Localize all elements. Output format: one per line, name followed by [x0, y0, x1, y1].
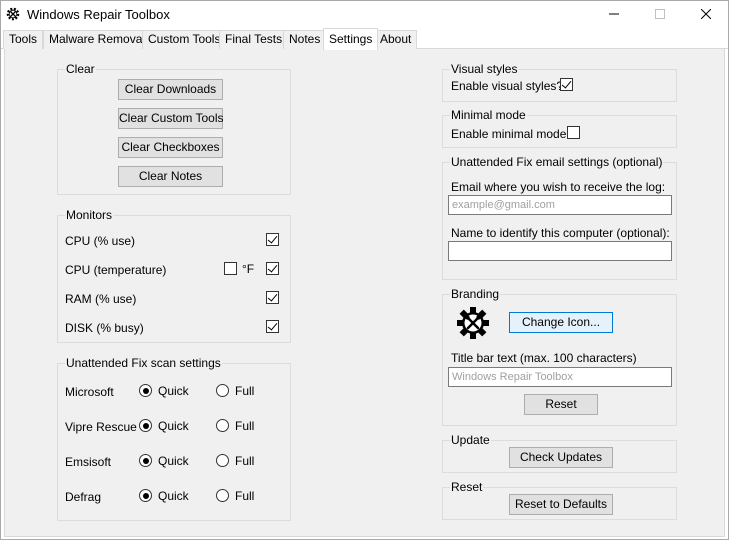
defrag-full-radio[interactable]	[216, 489, 229, 502]
quick-label: Quick	[158, 384, 189, 398]
scan-row-label: Emsisoft	[65, 455, 112, 469]
close-button[interactable]	[683, 1, 729, 29]
title-bar-text-field[interactable]: Windows Repair Toolbox	[448, 367, 672, 387]
gear-wrench-icon	[6, 7, 20, 21]
quick-label: Quick	[158, 489, 189, 503]
monitors-group: Monitors CPU (% use) CPU (temperature) °…	[57, 208, 291, 343]
tab-malware-removal[interactable]: Malware Removal	[43, 30, 152, 49]
title-bar-text-label: Title bar text (max. 100 characters)	[451, 351, 637, 365]
clear-group-label: Clear	[65, 62, 96, 76]
minimal-mode-group: Minimal mode Enable minimal mode?	[442, 108, 677, 148]
update-group: Update Check Updates	[442, 433, 677, 473]
clear-notes-button[interactable]: Clear Notes	[118, 166, 223, 187]
tab-settings[interactable]: Settings	[323, 28, 379, 50]
email-field[interactable]: example@gmail.com	[448, 195, 672, 215]
monitors-group-label: Monitors	[65, 208, 114, 222]
quick-label: Quick	[158, 454, 189, 468]
email-settings-group: Unattended Fix email settings (optional)…	[442, 155, 677, 280]
email-field-label: Email where you wish to receive the log:	[451, 180, 666, 194]
cpu-use-checkbox[interactable]	[266, 233, 279, 246]
scan-row-label: Defrag	[65, 490, 102, 504]
maximize-button[interactable]	[637, 1, 683, 29]
tab-notes[interactable]: Notes	[283, 30, 327, 49]
check-updates-button[interactable]: Check Updates	[509, 447, 613, 468]
quick-label: Quick	[158, 419, 189, 433]
clear-group: Clear Clear Downloads Clear Custom Tools…	[57, 62, 291, 195]
minimal-mode-group-label: Minimal mode	[450, 108, 527, 122]
clear-checkboxes-button[interactable]: Clear Checkboxes	[118, 137, 223, 158]
close-icon	[700, 8, 712, 20]
disk-busy-checkbox[interactable]	[266, 320, 279, 333]
window-title: Windows Repair Toolbox	[27, 7, 170, 22]
full-label: Full	[235, 384, 255, 398]
microsoft-full-radio[interactable]	[216, 384, 229, 397]
scan-row-label: Vipre Rescue	[65, 420, 137, 434]
gear-wrench-icon	[457, 307, 489, 339]
scan-settings-group: Unattended Fix scan settings Microsoft Q…	[57, 356, 291, 521]
reset-to-defaults-button[interactable]: Reset to Defaults	[509, 494, 613, 515]
enable-visual-styles-checkbox[interactable]	[560, 78, 573, 91]
cpu-temp-label: CPU (temperature)	[65, 263, 167, 277]
cpu-temp-checkbox[interactable]	[266, 262, 279, 275]
scan-row-label: Microsoft	[65, 385, 114, 399]
ram-use-label: RAM (% use)	[65, 292, 137, 306]
reset-group-label: Reset	[450, 480, 484, 494]
branding-group-label: Branding	[450, 287, 501, 301]
computer-name-field[interactable]	[448, 241, 672, 261]
computer-name-label: Name to identify this computer (optional…	[451, 226, 670, 240]
enable-minimal-mode-checkbox[interactable]	[567, 126, 580, 139]
tab-final-tests[interactable]: Final Tests	[219, 30, 289, 49]
tab-about[interactable]: About	[374, 30, 418, 49]
enable-minimal-mode-label: Enable minimal mode?	[451, 127, 574, 141]
tab-custom-tools[interactable]: Custom Tools	[142, 30, 227, 49]
clear-custom-tools-button[interactable]: Clear Custom Tools	[118, 108, 223, 129]
reset-group: Reset Reset to Defaults	[442, 480, 677, 520]
app-window: Windows Repair Toolbox Tools Malware Rem…	[0, 0, 729, 540]
emsisoft-quick-radio[interactable]	[139, 454, 152, 467]
change-icon-button[interactable]: Change Icon...	[509, 312, 613, 333]
branding-reset-button[interactable]: Reset	[524, 394, 598, 415]
defrag-quick-radio[interactable]	[139, 489, 152, 502]
ram-use-checkbox[interactable]	[266, 291, 279, 304]
fahrenheit-checkbox[interactable]	[224, 262, 237, 275]
scan-settings-group-label: Unattended Fix scan settings	[65, 356, 222, 370]
update-group-label: Update	[450, 433, 491, 447]
branding-group: Branding Change Icon... Title bar text (…	[442, 287, 677, 426]
enable-visual-styles-label: Enable visual styles?	[451, 79, 564, 93]
maximize-icon	[655, 9, 665, 19]
full-label: Full	[235, 419, 255, 433]
clear-downloads-button[interactable]: Clear Downloads	[118, 79, 223, 100]
email-settings-group-label: Unattended Fix email settings (optional)	[450, 155, 664, 169]
full-label: Full	[235, 454, 255, 468]
vipre-full-radio[interactable]	[216, 419, 229, 432]
tab-strip: Tools Malware Removal Custom Tools Final…	[1, 28, 728, 50]
emsisoft-full-radio[interactable]	[216, 454, 229, 467]
visual-styles-group-label: Visual styles	[450, 62, 519, 76]
minimize-button[interactable]	[591, 1, 637, 29]
settings-panel: Clear Clear Downloads Clear Custom Tools…	[4, 49, 725, 537]
visual-styles-group: Visual styles Enable visual styles?	[442, 62, 677, 102]
microsoft-quick-radio[interactable]	[139, 384, 152, 397]
cpu-use-label: CPU (% use)	[65, 234, 136, 248]
vipre-quick-radio[interactable]	[139, 419, 152, 432]
minimize-icon	[609, 13, 619, 15]
tab-tools[interactable]: Tools	[3, 30, 44, 49]
full-label: Full	[235, 489, 255, 503]
fahrenheit-label: °F	[242, 262, 255, 276]
disk-busy-label: DISK (% busy)	[65, 321, 144, 335]
title-bar: Windows Repair Toolbox	[1, 1, 728, 29]
